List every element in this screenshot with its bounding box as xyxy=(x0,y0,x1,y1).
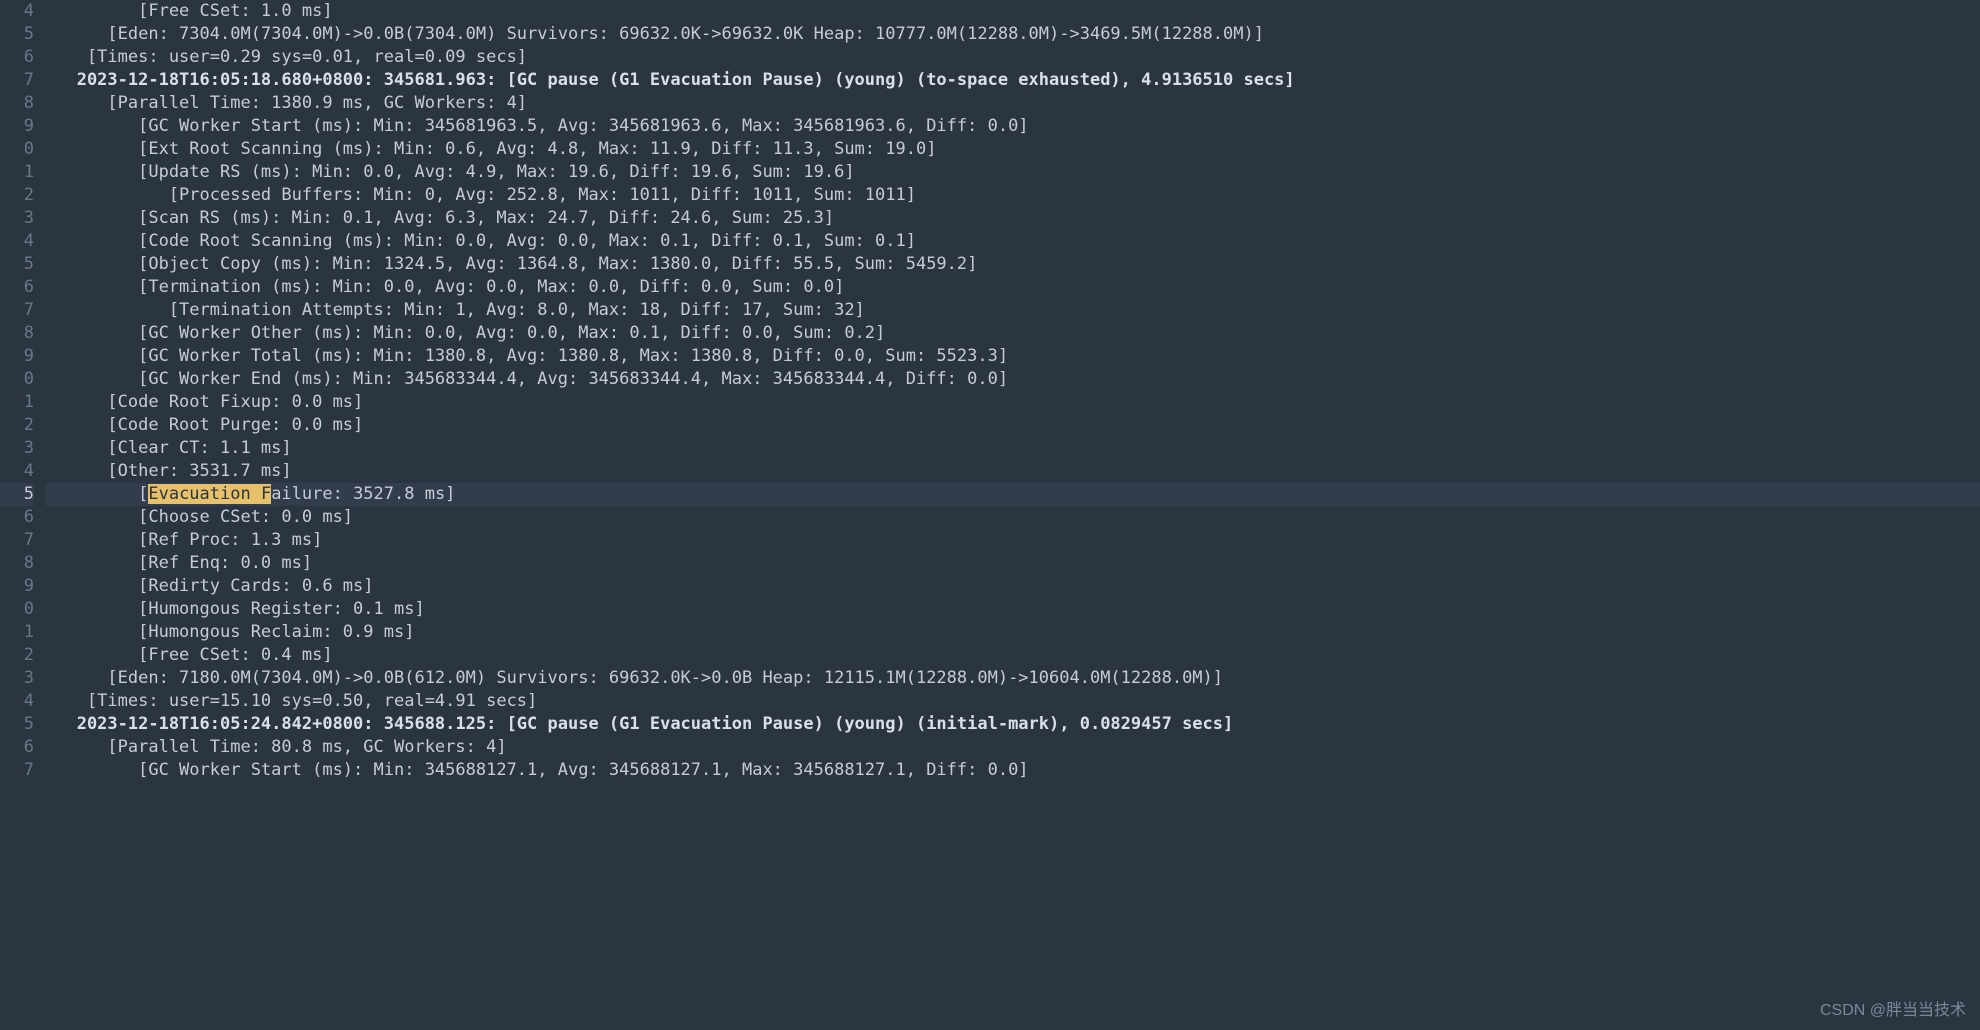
line-number: 6 xyxy=(0,736,34,759)
log-line[interactable]: [Parallel Time: 80.8 ms, GC Workers: 4] xyxy=(46,736,1980,759)
log-line[interactable]: [Eden: 7180.0M(7304.0M)->0.0B(612.0M) Su… xyxy=(46,667,1980,690)
line-number: 3 xyxy=(0,207,34,230)
log-line[interactable]: [Clear CT: 1.1 ms] xyxy=(46,437,1980,460)
log-line[interactable]: [Scan RS (ms): Min: 0.1, Avg: 6.3, Max: … xyxy=(46,207,1980,230)
log-line[interactable]: [Choose CSet: 0.0 ms] xyxy=(46,506,1980,529)
log-line[interactable]: [Humongous Register: 0.1 ms] xyxy=(46,598,1980,621)
log-line[interactable]: 2023-12-18T16:05:24.842+0800: 345688.125… xyxy=(46,713,1980,736)
log-code-area[interactable]: [Free CSet: 1.0 ms] [Eden: 7304.0M(7304.… xyxy=(44,0,1980,1030)
line-number: 5 xyxy=(0,253,34,276)
line-number: 1 xyxy=(0,621,34,644)
line-number: 0 xyxy=(0,598,34,621)
log-line[interactable]: [Termination Attempts: Min: 1, Avg: 8.0,… xyxy=(46,299,1980,322)
log-line[interactable]: [Times: user=0.29 sys=0.01, real=0.09 se… xyxy=(46,46,1980,69)
line-number: 5 xyxy=(0,713,34,736)
line-number: 8 xyxy=(0,92,34,115)
line-number: 6 xyxy=(0,506,34,529)
line-number: 7 xyxy=(0,759,34,782)
log-line[interactable]: [Times: user=15.10 sys=0.50, real=4.91 s… xyxy=(46,690,1980,713)
line-number: 5 xyxy=(0,23,34,46)
line-number: 4 xyxy=(0,460,34,483)
log-line[interactable]: [Object Copy (ms): Min: 1324.5, Avg: 136… xyxy=(46,253,1980,276)
line-number: 2 xyxy=(0,184,34,207)
log-line[interactable]: [Evacuation Failure: 3527.8 ms] xyxy=(46,483,1980,506)
log-line[interactable]: [GC Worker Start (ms): Min: 345681963.5,… xyxy=(46,115,1980,138)
line-number: 3 xyxy=(0,667,34,690)
search-highlight: Evacuation F xyxy=(148,484,271,504)
line-number: 7 xyxy=(0,69,34,92)
line-number: 9 xyxy=(0,575,34,598)
line-number: 6 xyxy=(0,276,34,299)
log-line[interactable]: [GC Worker Total (ms): Min: 1380.8, Avg:… xyxy=(46,345,1980,368)
line-number: 7 xyxy=(0,299,34,322)
line-number: 4 xyxy=(0,230,34,253)
line-number: 1 xyxy=(0,391,34,414)
log-line[interactable]: [Other: 3531.7 ms] xyxy=(46,460,1980,483)
line-number: 7 xyxy=(0,529,34,552)
log-line[interactable]: [Parallel Time: 1380.9 ms, GC Workers: 4… xyxy=(46,92,1980,115)
line-number: 5 xyxy=(0,483,34,506)
line-number: 2 xyxy=(0,644,34,667)
line-number-gutter: 4567890123456789012345678901234567 xyxy=(0,0,44,1030)
log-line[interactable]: [Eden: 7304.0M(7304.0M)->0.0B(7304.0M) S… xyxy=(46,23,1980,46)
line-number: 1 xyxy=(0,161,34,184)
line-number: 4 xyxy=(0,0,34,23)
log-line[interactable]: [GC Worker Other (ms): Min: 0.0, Avg: 0.… xyxy=(46,322,1980,345)
line-number: 2 xyxy=(0,414,34,437)
log-viewer: 4567890123456789012345678901234567 [Free… xyxy=(0,0,1980,1030)
log-line[interactable]: [GC Worker End (ms): Min: 345683344.4, A… xyxy=(46,368,1980,391)
line-number: 3 xyxy=(0,437,34,460)
log-line[interactable]: [Code Root Purge: 0.0 ms] xyxy=(46,414,1980,437)
line-number: 9 xyxy=(0,345,34,368)
line-number: 0 xyxy=(0,368,34,391)
log-line[interactable]: [Ref Proc: 1.3 ms] xyxy=(46,529,1980,552)
log-line[interactable]: [GC Worker Start (ms): Min: 345688127.1,… xyxy=(46,759,1980,782)
line-number: 9 xyxy=(0,115,34,138)
log-line[interactable]: [Termination (ms): Min: 0.0, Avg: 0.0, M… xyxy=(46,276,1980,299)
log-line[interactable]: [Redirty Cards: 0.6 ms] xyxy=(46,575,1980,598)
log-line[interactable]: [Ext Root Scanning (ms): Min: 0.6, Avg: … xyxy=(46,138,1980,161)
log-line[interactable]: [Humongous Reclaim: 0.9 ms] xyxy=(46,621,1980,644)
log-line[interactable]: [Processed Buffers: Min: 0, Avg: 252.8, … xyxy=(46,184,1980,207)
log-line[interactable]: [Free CSet: 0.4 ms] xyxy=(46,644,1980,667)
log-line[interactable]: 2023-12-18T16:05:18.680+0800: 345681.963… xyxy=(46,69,1980,92)
line-number: 0 xyxy=(0,138,34,161)
log-line[interactable]: [Code Root Scanning (ms): Min: 0.0, Avg:… xyxy=(46,230,1980,253)
log-line[interactable]: [Free CSet: 1.0 ms] xyxy=(46,0,1980,23)
line-number: 4 xyxy=(0,690,34,713)
line-number: 6 xyxy=(0,46,34,69)
line-number: 8 xyxy=(0,552,34,575)
log-line[interactable]: [Ref Enq: 0.0 ms] xyxy=(46,552,1980,575)
line-number: 8 xyxy=(0,322,34,345)
log-line[interactable]: [Code Root Fixup: 0.0 ms] xyxy=(46,391,1980,414)
log-line[interactable]: [Update RS (ms): Min: 0.0, Avg: 4.9, Max… xyxy=(46,161,1980,184)
